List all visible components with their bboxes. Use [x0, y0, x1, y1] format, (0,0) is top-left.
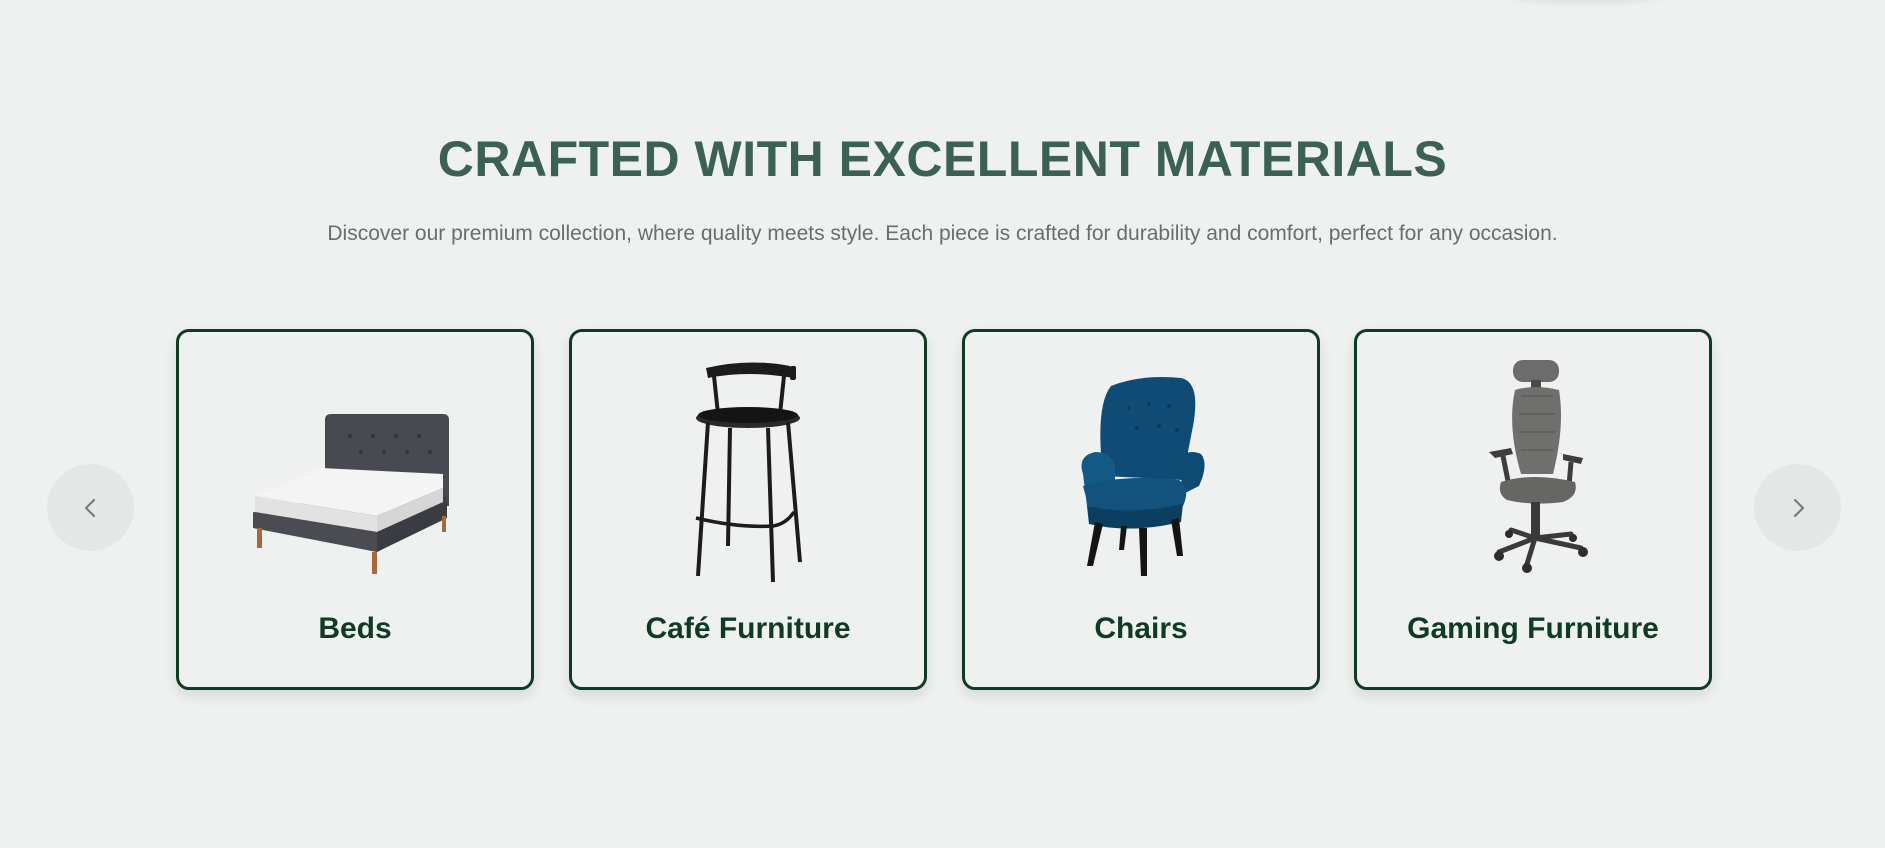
chevron-right-icon	[1793, 498, 1804, 517]
category-card-label: Beds	[318, 612, 392, 645]
bed-image	[253, 414, 449, 574]
armchair-image	[1081, 377, 1205, 576]
category-card-cafe-furniture[interactable]: Café Furniture	[569, 329, 927, 690]
category-card-beds[interactable]: Beds	[176, 329, 534, 690]
bar-stool-image	[695, 362, 802, 583]
category-card-label: Café Furniture	[645, 612, 851, 645]
category-card-chairs[interactable]: Chairs	[962, 329, 1320, 690]
category-card-gaming-furniture[interactable]: Gaming Furniture	[1354, 329, 1712, 690]
gaming-chair-image	[1489, 360, 1588, 573]
carousel-prev-button[interactable]	[47, 464, 134, 551]
section-title: CRAFTED WITH EXCELLENT MATERIALS	[437, 131, 1448, 187]
decorative-shadow	[1505, 0, 1665, 4]
chevron-left-icon	[84, 498, 95, 517]
section-subtitle: Discover our premium collection, where q…	[327, 222, 1558, 245]
category-card-label: Gaming Furniture	[1407, 612, 1659, 645]
category-card-label: Chairs	[1094, 612, 1188, 645]
category-carousel: Beds Café Furniture Chairs Gaming Furnit…	[176, 329, 1712, 690]
carousel-next-button[interactable]	[1754, 464, 1841, 551]
